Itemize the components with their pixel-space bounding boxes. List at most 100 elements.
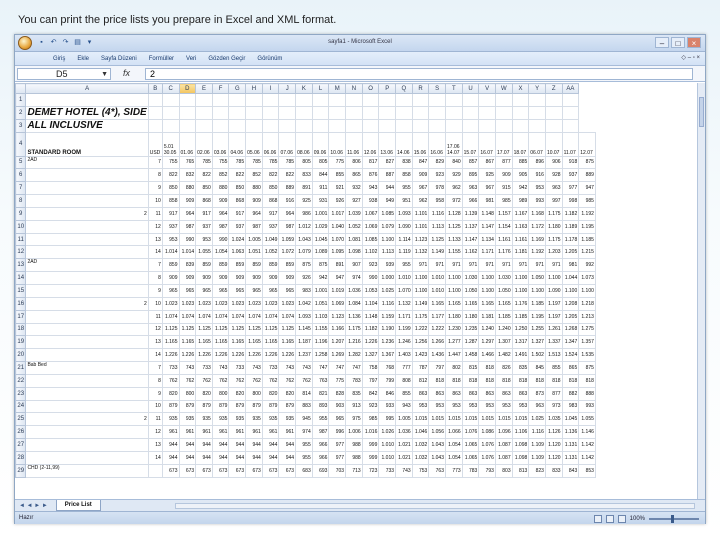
price-cell[interactable]: 1.035 (544, 412, 563, 427)
price-cell[interactable]: 1.023 (228, 296, 247, 311)
price-cell[interactable]: 1.137 (461, 219, 480, 234)
price-cell[interactable]: 921 (328, 181, 347, 196)
price-cell[interactable]: 818 (578, 373, 596, 388)
price-cell[interactable]: 1.001 (311, 283, 330, 298)
cell[interactable] (544, 93, 563, 107)
price-cell[interactable]: 1.181 (478, 309, 496, 324)
price-cell[interactable]: 935 (278, 412, 297, 427)
nights-cell[interactable]: 7 (147, 258, 163, 273)
price-cell[interactable]: 1.125 (445, 219, 463, 234)
price-cell[interactable]: 966 (461, 194, 480, 208)
date-header-cell[interactable]: 06.06 (261, 131, 280, 157)
price-cell[interactable]: 1.327 (528, 335, 546, 350)
price-cell[interactable]: 953 (461, 399, 480, 414)
column-header[interactable]: F (211, 83, 230, 94)
price-cell[interactable]: 944 (261, 438, 280, 452)
price-cell[interactable]: 1.230 (445, 322, 463, 337)
price-cell[interactable]: 944 (261, 450, 280, 465)
date-header-cell[interactable]: 11.06 (345, 131, 363, 157)
cell[interactable] (228, 118, 247, 133)
close-button[interactable]: × (687, 37, 701, 48)
price-cell[interactable]: 1.074 (195, 309, 213, 324)
price-cell[interactable]: 863 (478, 386, 496, 401)
price-cell[interactable]: 818 (478, 373, 496, 388)
row-header[interactable]: 29 (15, 463, 27, 478)
price-cell[interactable]: 826 (494, 361, 513, 375)
price-cell[interactable]: 1.524 (561, 348, 580, 363)
cell[interactable] (528, 105, 546, 120)
price-cell[interactable]: 935 (195, 412, 213, 427)
price-cell[interactable]: 843 (561, 463, 580, 478)
price-cell[interactable]: 1.142 (578, 450, 596, 465)
price-cell[interactable]: 844 (311, 168, 330, 183)
price-cell[interactable]: 1.197 (544, 296, 563, 311)
price-cell[interactable]: 944 (178, 450, 197, 465)
price-cell[interactable]: 1.030 (461, 271, 480, 285)
price-cell[interactable]: 909 (261, 271, 280, 285)
price-cell[interactable]: 1.063 (228, 245, 247, 260)
cell[interactable] (544, 105, 563, 120)
price-cell[interactable]: 1.016 (361, 425, 380, 440)
price-cell[interactable]: 907 (345, 258, 363, 273)
price-cell[interactable]: 1.165 (211, 335, 230, 350)
date-header-cell[interactable]: 5.01 30.05 (161, 131, 180, 157)
price-cell[interactable]: 863 (411, 386, 430, 401)
price-cell[interactable]: 1.103 (311, 309, 330, 324)
date-header-cell[interactable]: 12.06 (361, 131, 380, 157)
price-cell[interactable]: 1.192 (578, 206, 596, 221)
price-cell[interactable]: 944 (211, 450, 230, 465)
price-cell[interactable]: 1.237 (295, 348, 313, 363)
price-cell[interactable]: 1.226 (178, 348, 197, 363)
price-cell[interactable]: 1.190 (378, 322, 397, 337)
price-cell[interactable]: 820 (161, 386, 180, 401)
group-cell[interactable] (25, 438, 149, 452)
price-cell[interactable]: 983 (295, 283, 313, 298)
price-cell[interactable]: 1.175 (544, 232, 563, 247)
price-cell[interactable]: 917 (161, 206, 180, 221)
price-cell[interactable]: 1.177 (428, 309, 446, 324)
price-cell[interactable]: 911 (311, 181, 330, 196)
price-cell[interactable]: 800 (245, 386, 263, 401)
room-type-label[interactable]: STANDARD ROOM (25, 131, 149, 157)
price-cell[interactable]: 803 (494, 463, 513, 478)
price-cell[interactable]: 987 (278, 219, 297, 234)
price-cell[interactable]: 743 (178, 361, 197, 375)
price-cell[interactable]: 880 (211, 181, 230, 196)
price-cell[interactable]: 683 (295, 463, 313, 478)
row-header[interactable]: 20 (15, 348, 27, 363)
price-cell[interactable]: 1.085 (361, 232, 380, 247)
price-cell[interactable]: 1.172 (528, 219, 546, 234)
price-cell[interactable]: 1.024 (228, 232, 247, 247)
cell[interactable] (378, 105, 397, 120)
price-cell[interactable]: 1.266 (428, 335, 446, 350)
price-cell[interactable]: 1.023 (245, 296, 263, 311)
row-header[interactable]: 17 (15, 309, 27, 324)
price-cell[interactable]: 909 (245, 194, 263, 208)
price-cell[interactable]: 863 (461, 386, 480, 401)
price-cell[interactable]: 818 (511, 373, 530, 388)
price-cell[interactable]: 1.261 (544, 322, 563, 337)
nights-cell[interactable]: 14 (147, 245, 163, 260)
price-cell[interactable]: 1.045 (561, 412, 580, 427)
tab-gozden-gecir[interactable]: Gözden Geçir (208, 56, 245, 62)
price-cell[interactable]: 916 (528, 168, 546, 183)
price-cell[interactable]: 1.087 (494, 438, 513, 452)
price-cell[interactable]: 961 (195, 425, 213, 440)
price-cell[interactable]: 820 (195, 386, 213, 401)
page-layout-view-button[interactable] (605, 515, 614, 523)
date-header-cell[interactable]: 13.06 (378, 131, 397, 157)
date-header-cell[interactable]: 14.06 (395, 131, 413, 157)
price-cell[interactable]: 797 (428, 361, 446, 375)
price-cell[interactable]: 1.148 (361, 309, 380, 324)
price-cell[interactable]: 1.403 (395, 348, 413, 363)
price-cell[interactable]: 923 (361, 258, 380, 273)
group-cell[interactable] (25, 168, 149, 183)
group-cell[interactable] (25, 425, 149, 440)
price-cell[interactable]: 981 (561, 258, 580, 273)
cell[interactable] (345, 105, 363, 120)
column-header[interactable]: J (278, 83, 297, 94)
price-cell[interactable]: 1.128 (445, 206, 463, 221)
price-cell[interactable]: 1.146 (578, 425, 596, 440)
date-header-cell[interactable]: 03.06 (211, 131, 230, 157)
price-cell[interactable]: 923 (361, 399, 380, 414)
